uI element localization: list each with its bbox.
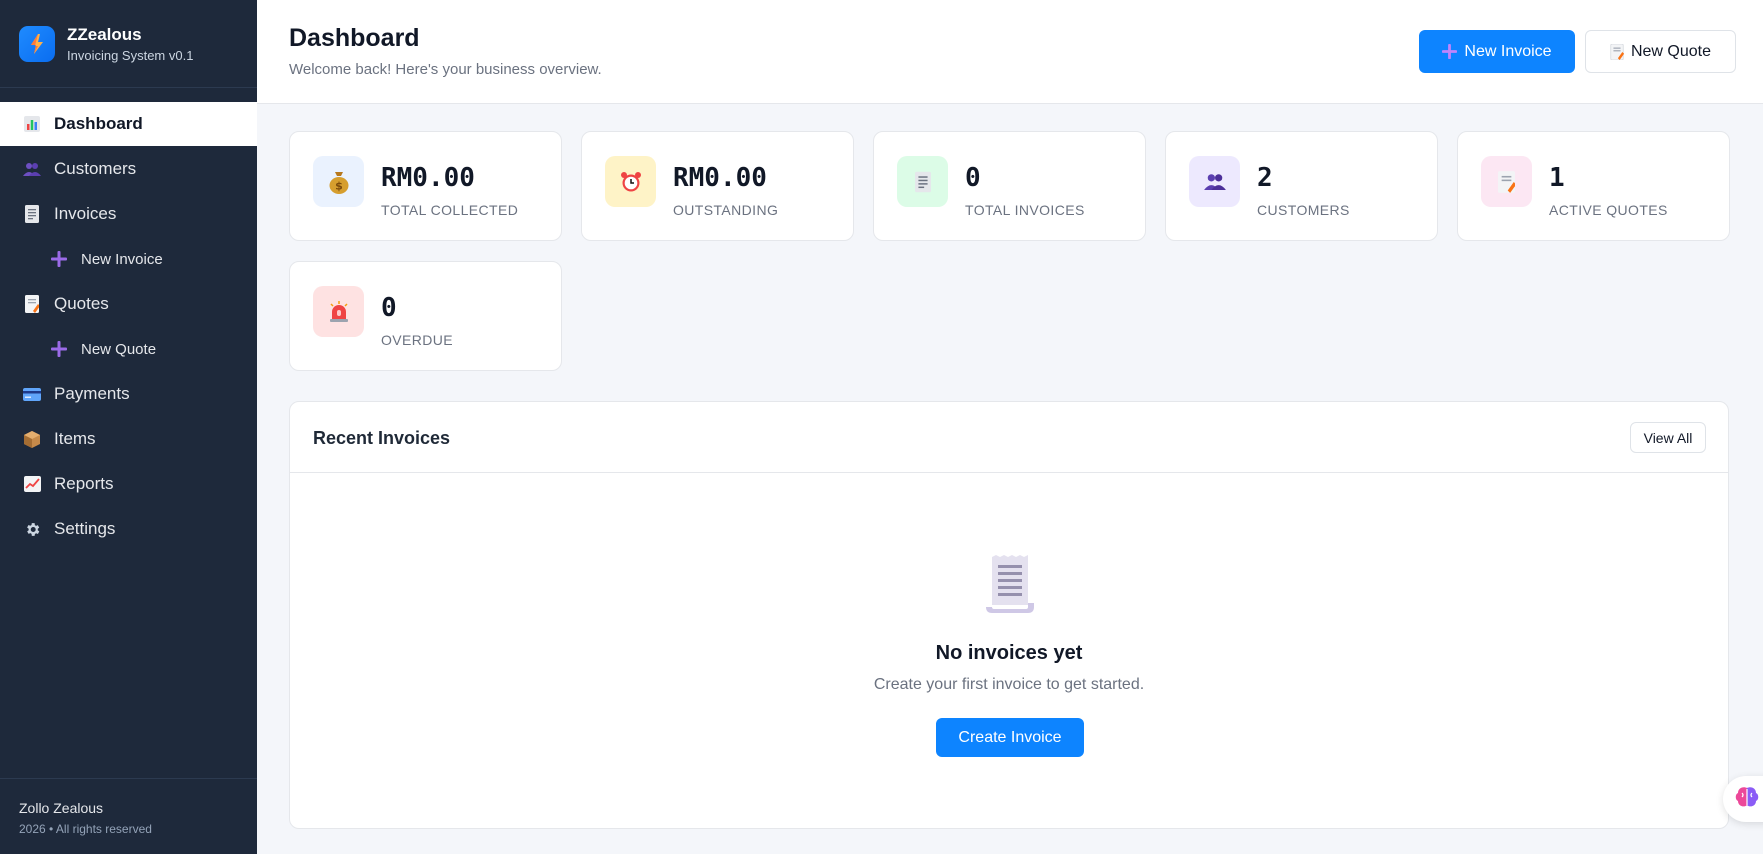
sidebar-item-label: Reports xyxy=(54,474,114,493)
sidebar-item-label: Quotes xyxy=(54,294,109,313)
credit-card-icon xyxy=(22,384,42,404)
new-invoice-button[interactable]: New Invoice xyxy=(1419,30,1575,73)
sidebar-item-settings[interactable]: Settings xyxy=(0,507,257,551)
stat-card-total-invoices[interactable]: 0 TOTAL INVOICES xyxy=(873,131,1146,241)
sidebar: ZZealous Invoicing System v0.1 Dashboard… xyxy=(0,0,257,854)
lightning-icon xyxy=(19,25,55,62)
page-subtitle: Welcome back! Here's your business overv… xyxy=(289,61,602,78)
sidebar-item-new-quote[interactable]: New Quote xyxy=(0,327,257,371)
stat-value: 0 xyxy=(381,293,397,323)
stat-value: 2 xyxy=(1257,163,1273,193)
users-icon xyxy=(1189,156,1240,207)
plus-icon xyxy=(1442,44,1458,59)
assistant-button[interactable] xyxy=(1723,776,1763,822)
sidebar-item-label: Customers xyxy=(54,159,137,178)
sidebar-item-label: Dashboard xyxy=(54,114,143,133)
stat-card-active-quotes[interactable]: 1 ACTIVE QUOTES xyxy=(1457,131,1730,241)
new-quote-label: New Quote xyxy=(1630,42,1712,60)
users-icon xyxy=(22,159,42,179)
alarm-clock-icon xyxy=(605,156,656,207)
svg-text:$: $ xyxy=(335,179,343,192)
receipt-icon xyxy=(984,555,1036,615)
stat-label: TOTAL COLLECTED xyxy=(381,202,519,218)
gear-icon xyxy=(22,519,42,539)
recent-invoices-panel: Recent Invoices View All No invoices yet… xyxy=(289,401,1729,829)
sidebar-nav: Dashboard Customers Invoices New Invoice… xyxy=(0,102,257,551)
sidebar-item-label: Settings xyxy=(54,519,116,538)
sidebar-item-new-invoice[interactable]: New Invoice xyxy=(0,237,257,281)
brain-icon xyxy=(1735,786,1759,813)
sidebar-item-quotes[interactable]: Quotes xyxy=(0,282,257,326)
stat-label: ACTIVE QUOTES xyxy=(1549,202,1668,218)
brand-subtitle: Invoicing System v0.1 xyxy=(67,47,194,63)
panel-header: Recent Invoices View All xyxy=(290,402,1728,473)
brand[interactable]: ZZealous Invoicing System v0.1 xyxy=(0,0,257,88)
stat-value: 0 xyxy=(965,163,981,193)
sidebar-item-invoices[interactable]: Invoices xyxy=(0,192,257,236)
receipt-icon xyxy=(897,156,948,207)
sidebar-item-dashboard[interactable]: Dashboard xyxy=(0,102,257,146)
stat-label: OUTSTANDING xyxy=(673,202,779,218)
plus-icon xyxy=(50,250,68,268)
stat-label: TOTAL INVOICES xyxy=(965,202,1085,218)
panel-title: Recent Invoices xyxy=(313,428,451,448)
sidebar-item-customers[interactable]: Customers xyxy=(0,147,257,191)
page-title: Dashboard xyxy=(289,24,420,52)
siren-icon xyxy=(313,286,364,337)
bar-chart-icon xyxy=(22,114,42,134)
sidebar-item-payments[interactable]: Payments xyxy=(0,372,257,416)
package-icon xyxy=(22,429,42,449)
page-header: Dashboard Welcome back! Here's your busi… xyxy=(257,0,1763,104)
money-bag-icon: $ xyxy=(313,156,364,207)
sidebar-item-items[interactable]: Items xyxy=(0,417,257,461)
plus-icon xyxy=(50,340,68,358)
new-quote-button[interactable]: New Quote xyxy=(1585,30,1736,73)
document-icon xyxy=(22,294,42,314)
stat-card-outstanding[interactable]: RM0.00 OUTSTANDING xyxy=(581,131,854,241)
memo-icon xyxy=(1610,43,1624,60)
sidebar-item-label: New Quote xyxy=(81,340,157,358)
stat-value: RM0.00 xyxy=(673,163,767,193)
stat-card-overdue[interactable]: 0 OVERDUE xyxy=(289,261,562,371)
footer-name: Zollo Zealous xyxy=(19,800,104,816)
footer-copyright: 2026 • All rights reserved xyxy=(19,822,152,836)
stat-label: OVERDUE xyxy=(381,332,454,348)
stat-value: RM0.00 xyxy=(381,163,475,193)
sidebar-item-label: New Invoice xyxy=(81,250,163,268)
sidebar-item-reports[interactable]: Reports xyxy=(0,462,257,506)
receipt-icon xyxy=(22,204,42,224)
create-invoice-button[interactable]: Create Invoice xyxy=(936,718,1084,757)
stat-label: CUSTOMERS xyxy=(1257,202,1350,218)
empty-state-title: No invoices yet xyxy=(935,642,1083,664)
sidebar-item-label: Payments xyxy=(54,384,130,403)
sidebar-footer: Zollo Zealous 2026 • All rights reserved xyxy=(0,778,257,854)
view-all-button[interactable]: View All xyxy=(1630,422,1706,453)
empty-state-subtitle: Create your first invoice to get started… xyxy=(873,676,1145,693)
stat-card-customers[interactable]: 2 CUSTOMERS xyxy=(1165,131,1438,241)
stat-card-total-collected[interactable]: $ RM0.00 TOTAL COLLECTED xyxy=(289,131,562,241)
sidebar-item-label: Items xyxy=(54,429,96,448)
line-chart-icon xyxy=(22,474,42,494)
brand-name: ZZealous xyxy=(67,24,142,44)
sidebar-item-label: Invoices xyxy=(54,204,117,223)
new-invoice-label: New Invoice xyxy=(1464,42,1552,60)
memo-icon xyxy=(1481,156,1532,207)
stat-value: 1 xyxy=(1549,163,1565,193)
